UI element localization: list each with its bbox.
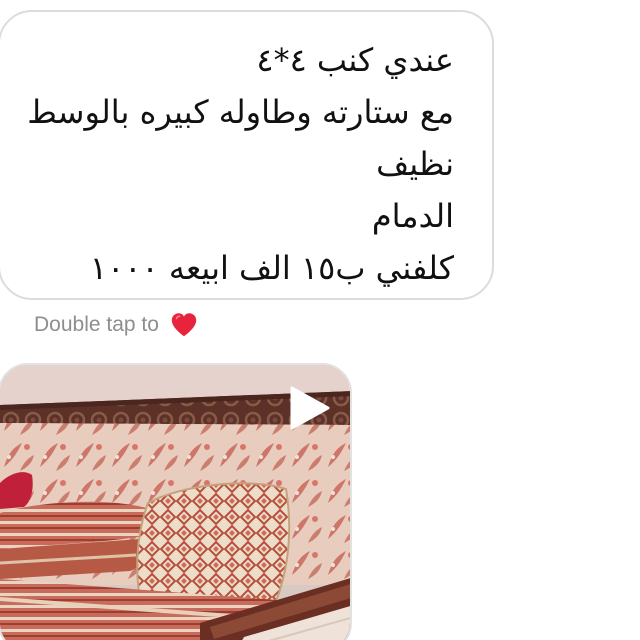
double-tap-hint-text: Double tap to bbox=[34, 313, 159, 336]
heart-icon[interactable] bbox=[169, 310, 199, 340]
message-line: كلفني ب١٥ الف ابيعه ١٠٠٠ bbox=[89, 249, 454, 287]
play-icon[interactable] bbox=[284, 383, 334, 433]
message-line: مع ستارته وطاوله كبيره بالوسط bbox=[27, 93, 454, 131]
message-line: الدمام bbox=[371, 197, 454, 235]
message-line: نظيف bbox=[376, 145, 454, 183]
message-bubble[interactable]: عندي كنب ٤*٤ مع ستارته وطاوله كبيره بالو… bbox=[0, 10, 494, 300]
chat-screen: عندي كنب ٤*٤ مع ستارته وطاوله كبيره بالو… bbox=[0, 0, 640, 640]
message-text: عندي كنب ٤*٤ مع ستارته وطاوله كبيره بالو… bbox=[0, 34, 454, 294]
message-line: عندي كنب ٤*٤ bbox=[256, 41, 454, 79]
double-tap-hint: Double tap to bbox=[34, 308, 199, 342]
video-message[interactable] bbox=[0, 363, 352, 640]
